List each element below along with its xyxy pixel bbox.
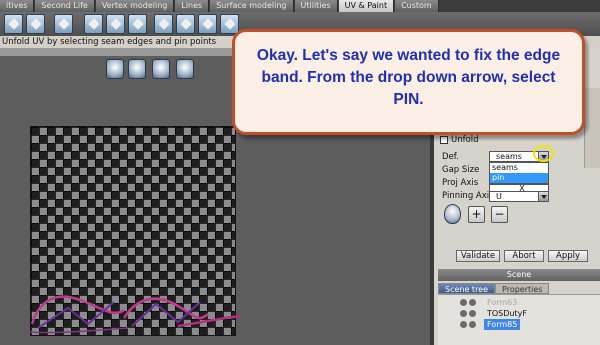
eye-icon[interactable] bbox=[469, 299, 476, 306]
tab-lines[interactable]: Lines bbox=[175, 0, 210, 12]
lock-icon[interactable] bbox=[460, 321, 467, 328]
edge-band-uv-shell[interactable] bbox=[28, 288, 243, 338]
pinning-axis-value: U bbox=[496, 192, 502, 201]
unfold-checkbox[interactable] bbox=[440, 136, 448, 144]
scene-item-label: TOSDutyF bbox=[487, 309, 527, 318]
brush-tool-icon[interactable] bbox=[198, 14, 217, 34]
abort-button[interactable]: Abort bbox=[504, 250, 544, 262]
scene-item-label: Form85 bbox=[484, 319, 521, 330]
validate-button[interactable]: Validate bbox=[456, 250, 500, 262]
unfold-label: Unfold bbox=[451, 135, 479, 145]
proj-axis-label: Proj Axis bbox=[442, 178, 479, 188]
rotate-uv-icon[interactable] bbox=[152, 59, 170, 79]
callout-text: Okay. Let's say we wanted to fix the edg… bbox=[256, 47, 561, 108]
head-view-icon[interactable] bbox=[176, 59, 194, 79]
remove-pin-button[interactable]: − bbox=[491, 206, 508, 223]
eye-icon[interactable] bbox=[469, 321, 476, 328]
tab-primitives[interactable]: itives bbox=[0, 0, 35, 12]
lock-icon[interactable] bbox=[460, 310, 467, 317]
mode-tab-bar: itives Second Life Vertex modeling Lines… bbox=[0, 0, 600, 12]
panel-scroll-strip[interactable] bbox=[584, 88, 600, 168]
tab-properties[interactable]: Properties bbox=[495, 283, 550, 294]
lock-icon[interactable] bbox=[460, 299, 467, 306]
pinning-axis-label: Pinning Axi bbox=[442, 191, 490, 201]
scene-tabs: Scene tree Properties bbox=[438, 283, 600, 294]
scene-item[interactable]: TOSDutyF bbox=[438, 308, 600, 319]
def-dropdown-list: seams pin bbox=[489, 162, 549, 184]
dropdown-option-seams[interactable]: seams bbox=[490, 163, 548, 173]
scene-panel-title: Scene bbox=[438, 269, 600, 281]
scene-item-label: Form63 bbox=[487, 298, 518, 307]
dropdown-option-pin[interactable]: pin bbox=[490, 173, 548, 183]
scene-item[interactable]: Form85 bbox=[438, 319, 600, 330]
apply-button[interactable]: Apply bbox=[548, 250, 588, 262]
tab-utilities[interactable]: Utilities bbox=[294, 0, 338, 12]
tab-custom[interactable]: Custom bbox=[395, 0, 439, 12]
tab-surface-modeling[interactable]: Surface modeling bbox=[210, 0, 294, 12]
tutorial-callout: Okay. Let's say we wanted to fix the edg… bbox=[232, 29, 585, 135]
uv-edit-tool-icon[interactable] bbox=[154, 14, 173, 34]
cube-tool-icon[interactable] bbox=[4, 14, 23, 34]
texture-tool-icon[interactable] bbox=[54, 14, 73, 34]
head-tool-icon[interactable] bbox=[84, 14, 103, 34]
add-pin-button[interactable]: + bbox=[468, 206, 485, 223]
scene-tree-list: Form63 TOSDutyF Form85 bbox=[438, 294, 600, 345]
globe-tool-icon[interactable] bbox=[26, 14, 45, 34]
project-tool-icon[interactable] bbox=[176, 14, 195, 34]
head-preview-icon[interactable] bbox=[444, 204, 461, 224]
pin-tool-icon[interactable] bbox=[220, 14, 239, 34]
eye-icon[interactable] bbox=[469, 310, 476, 317]
scene-item[interactable]: Form63 bbox=[438, 297, 600, 308]
pinning-dropdown-arrow-icon[interactable] bbox=[538, 192, 548, 201]
tab-uv-paint[interactable]: UV & Paint bbox=[338, 0, 395, 12]
gap-size-label: Gap Size bbox=[442, 165, 480, 175]
tab-scene-tree[interactable]: Scene tree bbox=[438, 283, 496, 294]
unfold-header: Unfold bbox=[440, 134, 479, 146]
move-uv-icon[interactable] bbox=[128, 59, 146, 79]
def-select-value: seams bbox=[496, 152, 522, 161]
select-uv-icon[interactable] bbox=[106, 59, 124, 79]
tab-second-life[interactable]: Second Life bbox=[35, 0, 95, 12]
dropdown-arrow-highlight bbox=[533, 145, 554, 162]
def-label: Def. bbox=[442, 152, 459, 162]
pinning-axis-select[interactable]: U bbox=[489, 191, 549, 202]
paint-tool-icon[interactable] bbox=[128, 14, 147, 34]
unfold-tool-icon[interactable] bbox=[106, 14, 125, 34]
tab-vertex-modeling[interactable]: Vertex modeling bbox=[95, 0, 175, 12]
